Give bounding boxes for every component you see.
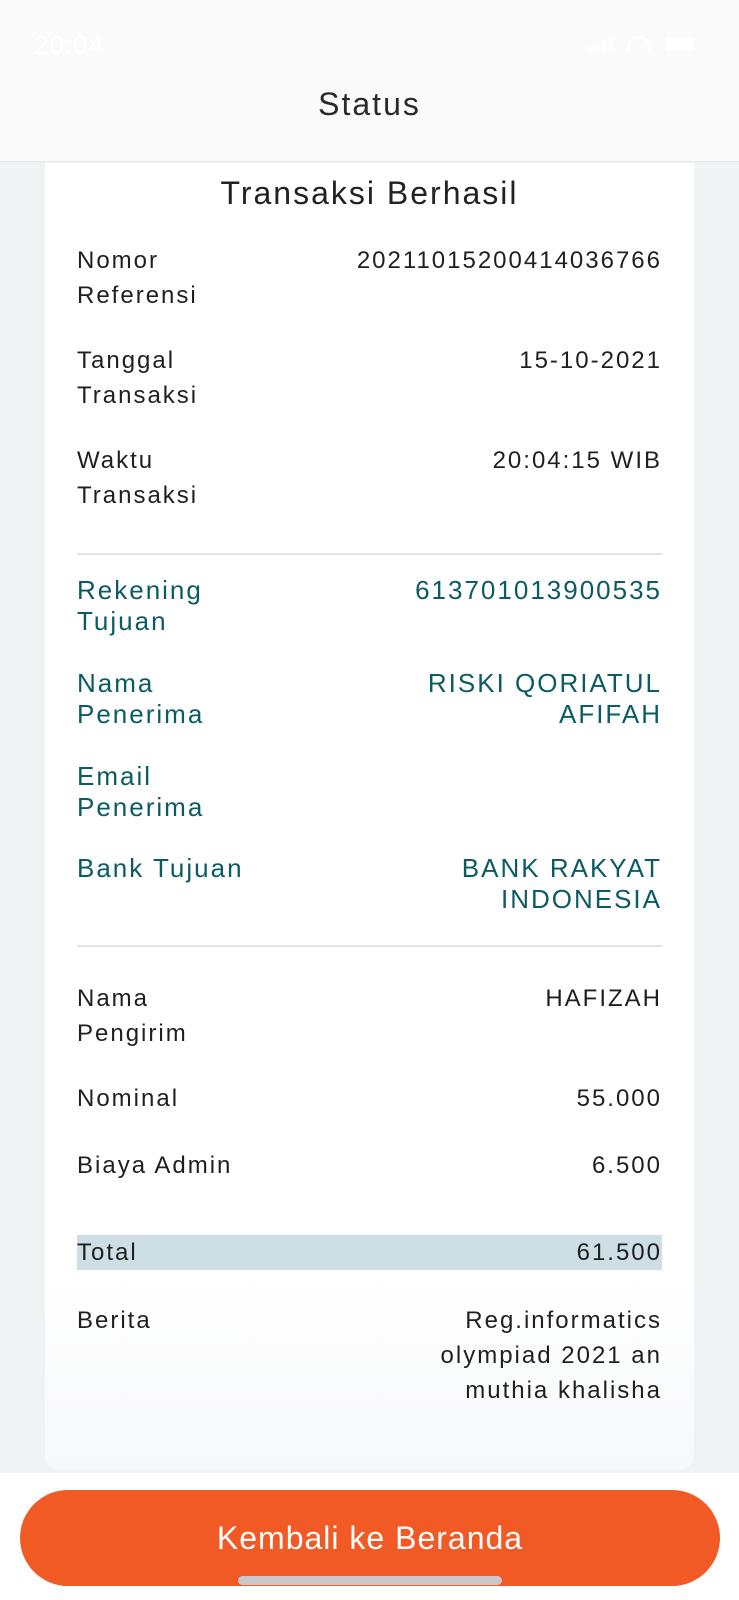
total-value: 61.500: [576, 1239, 662, 1266]
recipient-email-row: Email Penerima: [77, 761, 662, 823]
recipient-name-value: RISKI QORIATUL AFIFAH: [427, 668, 662, 729]
dest-account-label: Rekening Tujuan: [77, 575, 203, 636]
time-label: Waktu Transaksi: [77, 447, 199, 509]
date-label: Tanggal Transaksi: [77, 347, 199, 409]
reference-value: 20211015200414036766: [356, 247, 662, 274]
nominal-value: 55.000: [576, 1085, 662, 1112]
nominal-label: Nominal: [77, 1085, 180, 1112]
total-label: Total: [77, 1239, 138, 1266]
date-value: 15-10-2021: [519, 347, 662, 374]
sender-name-label: Nama Pengirim: [77, 985, 188, 1047]
signal-icon: [588, 36, 613, 52]
receipt-card: Transaksi Berhasil Nomor Referensi 20211…: [45, 163, 694, 1470]
recipient-name-row: Nama Penerima RISKI QORIATUL AFIFAH: [77, 668, 662, 730]
receipt-title: Transaksi Berhasil: [220, 175, 519, 211]
page-title: Status: [318, 86, 421, 122]
status-bar: 20:04: [0, 0, 739, 90]
admin-fee-value: 6.500: [591, 1152, 662, 1179]
admin-fee-row: Biaya Admin 6.500: [77, 1148, 662, 1183]
dest-bank-row: Bank Tujuan BANK RAKYAT INDONESIA: [77, 853, 662, 915]
recipient-email-label: Email Penerima: [77, 761, 205, 822]
nominal-row: Nominal 55.000: [77, 1081, 662, 1116]
sender-name-row: Nama Pengirim HAFIZAH: [77, 981, 662, 1051]
battery-icon: [665, 37, 693, 51]
note-value: Reg.informatics olympiad 2021 an muthia …: [440, 1307, 662, 1404]
dest-bank-label: Bank Tujuan: [77, 853, 244, 883]
recipient-name-label: Nama Penerima: [77, 668, 205, 729]
dest-account-value: 613701013900535: [415, 575, 662, 605]
wifi-icon: [627, 36, 651, 52]
admin-fee-label: Biaya Admin: [77, 1152, 233, 1179]
sender-name-value: HAFIZAH: [545, 985, 662, 1012]
reference-row: Nomor Referensi 20211015200414036766: [77, 243, 662, 313]
dest-bank-value: BANK RAKYAT INDONESIA: [461, 853, 662, 914]
time-row: Waktu Transaksi 20:04:15 WIB: [77, 443, 662, 513]
status-time: 20:04: [34, 30, 105, 60]
back-to-home-button[interactable]: Kembali ke Beranda: [20, 1490, 720, 1586]
dest-account-row: Rekening Tujuan 613701013900535: [77, 575, 662, 637]
divider: [77, 553, 662, 555]
note-label: Berita: [77, 1307, 152, 1334]
date-row: Tanggal Transaksi 15-10-2021: [77, 343, 662, 413]
home-indicator[interactable]: [238, 1576, 502, 1585]
note-row: Berita Reg.informatics olympiad 2021 an …: [77, 1303, 662, 1408]
divider: [77, 945, 662, 947]
time-value: 20:04:15 WIB: [492, 447, 662, 474]
total-row: Total 61.500: [77, 1235, 662, 1270]
reference-label: Nomor Referensi: [77, 247, 198, 309]
status-icons: [588, 36, 693, 52]
